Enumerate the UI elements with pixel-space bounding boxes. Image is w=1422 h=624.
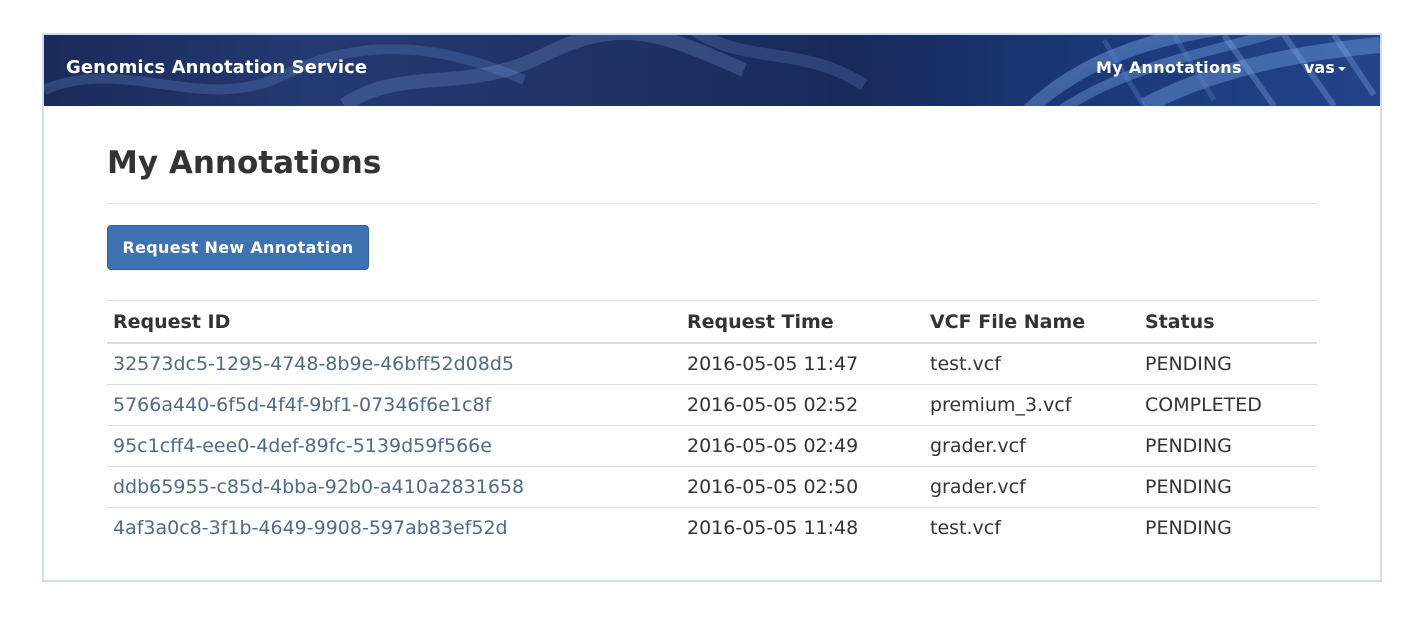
table-row: 95c1cff4-eee0-4def-89fc-5139d59f566e 201… [107,425,1317,467]
request-id-cell: ddb65955-c85d-4bba-92b0-a410a2831658 [107,466,681,508]
table-header-row: Request ID Request Time VCF File Name St… [107,300,1317,344]
table-row: 32573dc5-1295-4748-8b9e-46bff52d08d5 201… [107,343,1317,385]
request-time-cell: 2016-05-05 02:49 [681,425,924,467]
request-time-cell: 2016-05-05 02:50 [681,466,924,508]
column-header-request-id: Request ID [107,300,681,344]
status-cell: PENDING [1139,507,1317,548]
vcf-file-name-cell: grader.vcf [924,466,1139,508]
table-row: 4af3a0c8-3f1b-4649-9908-597ab83ef52d 201… [107,507,1317,548]
caret-down-icon [1337,66,1346,71]
request-time-cell: 2016-05-05 11:48 [681,507,924,548]
vcf-file-name-cell: test.vcf [930,353,1001,375]
page-title: My Annotations [107,145,382,181]
status-cell: PENDING [1139,466,1317,508]
request-id-link[interactable]: 32573dc5-1295-4748-8b9e-46bff52d08d5 [113,353,514,375]
request-id-link[interactable]: 5766a440-6f5d-4f4f-9bf1-07346f6e1c8f [113,394,491,416]
vcf-file-name-cell: premium_3.vcf [924,384,1139,426]
app-frame: Genomics Annotation Service My Annotatio… [42,33,1382,582]
request-id-cell: 32573dc5-1295-4748-8b9e-46bff52d08d5 [107,343,681,385]
vcf-file-name-cell: grader.vcf [924,425,1139,467]
request-id-link[interactable]: 95c1cff4-eee0-4def-89fc-5139d59f566e [113,435,492,457]
request-time-cell: 2016-05-05 11:47 [687,353,859,375]
vcf-file-name-cell: test.vcf [924,507,1139,548]
request-id-link[interactable]: ddb65955-c85d-4bba-92b0-a410a2831658 [113,476,524,498]
column-header-status: Status [1139,300,1317,344]
request-id-cell: 5766a440-6f5d-4f4f-9bf1-07346f6e1c8f [107,384,681,426]
status-cell: PENDING [1145,353,1232,375]
annotations-table: Request ID Request Time VCF File Name St… [107,300,1317,548]
user-menu-label: vas [1304,58,1335,77]
status-cell: PENDING [1139,425,1317,467]
nav-link-my-annotations[interactable]: My Annotations [1096,58,1242,77]
request-id-cell: 4af3a0c8-3f1b-4649-9908-597ab83ef52d [107,507,681,548]
request-id-cell: 95c1cff4-eee0-4def-89fc-5139d59f566e [107,425,681,467]
navbar: Genomics Annotation Service My Annotatio… [44,35,1380,106]
user-menu[interactable]: vas [1304,58,1346,77]
column-header-request-time: Request Time [681,300,924,344]
request-new-annotation-button[interactable]: Request New Annotation [107,225,369,270]
column-header-vcf-file-name: VCF File Name [924,300,1139,344]
table-row: ddb65955-c85d-4bba-92b0-a410a2831658 201… [107,466,1317,508]
request-id-link[interactable]: 4af3a0c8-3f1b-4649-9908-597ab83ef52d [113,517,508,539]
title-divider [107,203,1317,204]
brand-title[interactable]: Genomics Annotation Service [66,57,367,78]
table-row: 5766a440-6f5d-4f4f-9bf1-07346f6e1c8f 201… [107,384,1317,426]
status-cell: COMPLETED [1139,384,1317,426]
request-time-cell: 2016-05-05 02:52 [681,384,924,426]
